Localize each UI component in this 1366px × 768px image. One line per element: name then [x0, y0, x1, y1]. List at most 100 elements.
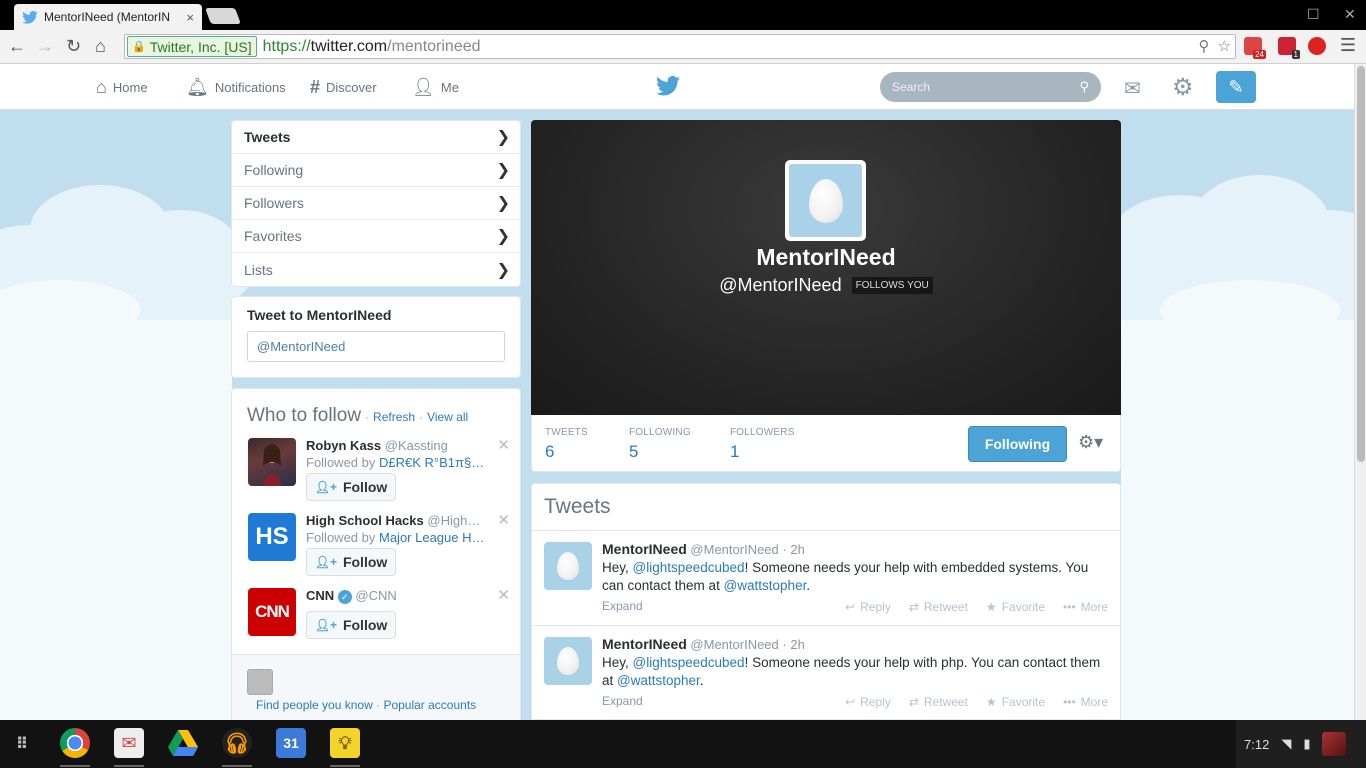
search-input[interactable] — [892, 80, 1080, 94]
settings-gear-icon[interactable]: ⚙ — [1172, 73, 1194, 102]
bookmark-star-icon[interactable]: ☆ — [1218, 37, 1231, 55]
forward-icon[interactable]: → — [36, 36, 54, 57]
dismiss-icon[interactable]: ✕ — [497, 436, 510, 454]
followed-by-link[interactable]: Major League H… — [379, 530, 485, 545]
refresh-link[interactable]: Refresh — [373, 410, 415, 424]
gmail-extension-icon[interactable]: 24 — [1244, 37, 1266, 59]
browser-tab[interactable]: MentorINeed (MentorIN × — [14, 4, 202, 30]
keep-app-icon[interactable]: 💡︎ — [330, 728, 360, 758]
tweet-author-handle[interactable]: @MentorINeed — [690, 542, 778, 557]
followed-by-link[interactable]: D£R€K R°B1π§… — [379, 455, 484, 470]
tweet-to-title: Tweet to MentorINeed — [247, 307, 392, 323]
bell-icon: 🔔︎ — [186, 76, 209, 97]
tweet-author-name[interactable]: MentorINeed — [602, 636, 687, 652]
house-icon: ⌂ — [96, 76, 107, 97]
favorite-action[interactable]: ★ Favorite — [986, 600, 1045, 614]
who-to-follow-module: Who to follow · Refresh · View all Robyn… — [231, 388, 521, 721]
nav-list-favorites[interactable]: Favorites ❯ — [232, 220, 520, 253]
stat-following[interactable]: FOLLOWING 5 — [629, 427, 691, 462]
stat-tweets[interactable]: TWEETS 6 — [545, 427, 588, 462]
suggestion-name[interactable]: CNN ✓ @CNN — [306, 588, 397, 604]
reply-action[interactable]: ↩ Reply — [845, 695, 891, 709]
avatar[interactable]: HS — [248, 513, 296, 561]
expand-link[interactable]: Expand — [602, 599, 643, 613]
user-actions-gear-icon[interactable]: ⚙▾ — [1078, 432, 1103, 453]
adblock-extension-icon[interactable] — [1308, 37, 1326, 55]
home-icon[interactable]: ⌂ — [95, 36, 106, 57]
follow-button[interactable]: 👤︎+ Follow — [306, 611, 396, 639]
mention-link[interactable]: @lightspeedcubed — [633, 655, 745, 670]
address-bar[interactable]: 🔒 Twitter, Inc. [US] https://twitter.com… — [124, 34, 1236, 59]
expand-link[interactable]: Expand — [602, 694, 643, 708]
profile-avatar[interactable] — [785, 160, 866, 241]
tweet-item[interactable]: MentorINeed @MentorINeed · 2h Hey, @ligh… — [532, 626, 1120, 719]
scrollbar-thumb[interactable] — [1357, 66, 1365, 462]
puzzle-extension-icon[interactable]: 1 — [1278, 37, 1300, 59]
retweet-action[interactable]: ⇄ Retweet — [909, 695, 968, 709]
follow-button[interactable]: 👤︎+ Follow — [306, 473, 396, 501]
chrome-menu-icon[interactable]: ☰ — [1340, 35, 1356, 56]
calendar-app-icon[interactable]: 31 — [276, 728, 306, 758]
egg-avatar-icon — [808, 178, 843, 223]
close-window-icon[interactable]: ✕ — [1344, 6, 1356, 23]
mention-link[interactable]: @lightspeedcubed — [633, 560, 745, 575]
twitter-logo-icon[interactable] — [656, 76, 680, 96]
nav-discover[interactable]: # Discover — [310, 64, 377, 110]
tweet-item[interactable]: MentorINeed @MentorINeed · 2h Hey, @ligh… — [532, 531, 1120, 626]
favorite-action[interactable]: ★ Favorite — [986, 695, 1045, 709]
maximize-icon[interactable]: ☐ — [1307, 6, 1320, 23]
ev-certificate-badge[interactable]: 🔒 Twitter, Inc. [US] — [127, 36, 257, 57]
reload-icon[interactable]: ↻ — [66, 36, 81, 57]
popular-accounts-link[interactable]: Popular accounts — [383, 698, 476, 712]
mention-link[interactable]: @wattstopher — [724, 578, 807, 593]
find-people-icon[interactable] — [247, 669, 273, 695]
tweet-author-name[interactable]: MentorINeed — [602, 541, 687, 557]
hash-icon: # — [310, 76, 321, 97]
more-action[interactable]: ••• More — [1063, 600, 1108, 614]
avatar[interactable] — [248, 438, 296, 486]
avatar[interactable] — [544, 637, 592, 685]
new-tab-button[interactable] — [205, 8, 241, 24]
reply-action[interactable]: ↩ Reply — [845, 600, 891, 614]
zoom-icon[interactable]: ⚲ — [1199, 37, 1210, 55]
suggestion-name[interactable]: Robyn Kass @Kassting — [306, 438, 448, 453]
follow-button[interactable]: 👤︎+ Follow — [306, 548, 396, 576]
chrome-app-icon[interactable] — [60, 728, 90, 758]
view-all-link[interactable]: View all — [427, 410, 468, 424]
nav-home[interactable]: ⌂ Home — [96, 64, 148, 110]
tweet-to-input[interactable] — [247, 331, 505, 362]
nav-list-lists[interactable]: Lists ❯ — [232, 253, 520, 286]
system-tray[interactable]: 7:12 ◥ ▮ — [1236, 720, 1366, 768]
gmail-app-icon[interactable]: ✉ — [114, 728, 144, 758]
nav-list-tweets[interactable]: Tweets ❯ — [232, 121, 520, 154]
tab-close-icon[interactable]: × — [186, 10, 194, 25]
direct-messages-icon[interactable]: ✉ — [1124, 76, 1141, 101]
retweet-action[interactable]: ⇄ Retweet — [909, 600, 968, 614]
avatar[interactable]: CNN — [248, 588, 296, 636]
browser-tab-strip: MentorINeed (MentorIN × ☐ ✕ — [0, 0, 1366, 30]
tweet-timestamp[interactable]: · 2h — [782, 542, 804, 557]
dismiss-icon[interactable]: ✕ — [497, 511, 510, 529]
app-launcher-icon[interactable]: ⠿ — [8, 730, 36, 758]
back-icon[interactable]: ← — [8, 36, 26, 57]
tweet-timestamp[interactable]: · 2h — [782, 637, 804, 652]
avatar[interactable] — [544, 542, 592, 590]
nav-me[interactable]: 👤︎ Me — [412, 64, 459, 110]
nav-list-following[interactable]: Following ❯ — [232, 154, 520, 187]
page-scrollbar[interactable] — [1354, 64, 1366, 720]
mention-link[interactable]: @wattstopher — [617, 673, 700, 688]
following-button[interactable]: Following — [968, 426, 1067, 462]
find-people-link[interactable]: Find people you know — [256, 698, 373, 712]
nav-notifications[interactable]: 🔔︎ Notifications — [186, 64, 286, 110]
music-app-icon[interactable]: 🎧︎ — [222, 728, 252, 758]
clock: 7:12 — [1244, 736, 1270, 752]
dismiss-icon[interactable]: ✕ — [497, 586, 510, 604]
search-icon[interactable]: ⚲ — [1079, 79, 1089, 95]
suggestion-name[interactable]: High School Hacks @High… — [306, 513, 480, 528]
more-action[interactable]: ••• More — [1063, 695, 1108, 709]
nav-list-followers[interactable]: Followers ❯ — [232, 187, 520, 220]
stat-followers[interactable]: FOLLOWERS 1 — [730, 427, 795, 462]
tweet-author-handle[interactable]: @MentorINeed — [690, 637, 778, 652]
drive-app-icon[interactable] — [168, 728, 198, 758]
compose-tweet-button[interactable]: ✎ — [1216, 71, 1256, 103]
